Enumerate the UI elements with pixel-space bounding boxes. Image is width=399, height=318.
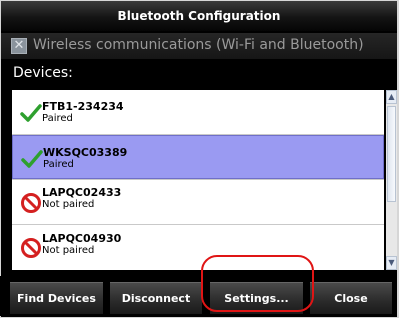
device-list[interactable]: FTB1-234234 Paired WKSQC03389 Paired LAP… [12,90,384,270]
device-status: Not paired [42,199,95,210]
device-status: Paired [42,113,73,124]
device-name: FTB1-234234 [42,100,124,113]
find-devices-button[interactable]: Find Devices [10,282,103,314]
button-bar: Find Devices Disconnect Settings... Clos… [0,276,396,316]
device-item-2[interactable]: LAPQC02433 Not paired [12,180,384,224]
settings-highlight-circle [201,255,314,312]
close-button[interactable]: Close [310,282,392,314]
device-name: WKSQC03389 [43,146,128,159]
device-list-scrollbar[interactable]: ▲ ▼ [386,90,397,270]
checkmark-icon [20,104,42,122]
title-bar: Bluetooth Configuration [1,1,397,31]
device-item-1[interactable]: WKSQC03389 Paired [12,135,384,179]
scroll-thumb[interactable] [387,106,396,202]
no-entry-icon [21,238,41,258]
disconnect-button[interactable]: Disconnect [110,282,202,314]
wireless-row[interactable]: ✕ Wireless communications (Wi-Fi and Blu… [1,33,397,59]
devices-label: Devices: [13,65,73,81]
scroll-up-arrow-icon[interactable]: ▲ [386,90,397,104]
device-item-3[interactable]: LAPQC04930 Not paired [12,225,384,269]
device-name: LAPQC04930 [42,232,122,245]
device-item-0[interactable]: FTB1-234234 Paired [12,90,384,134]
checkmark-icon [21,150,43,168]
wireless-checkbox[interactable]: ✕ [11,38,27,54]
wireless-label: Wireless communications (Wi-Fi and Bluet… [33,37,364,53]
no-entry-icon [21,193,41,213]
scroll-down-arrow-icon[interactable]: ▼ [386,256,397,270]
device-status: Paired [43,159,74,170]
device-status: Not paired [42,245,95,256]
device-name: LAPQC02433 [42,186,122,199]
window-title: Bluetooth Configuration [117,9,281,23]
